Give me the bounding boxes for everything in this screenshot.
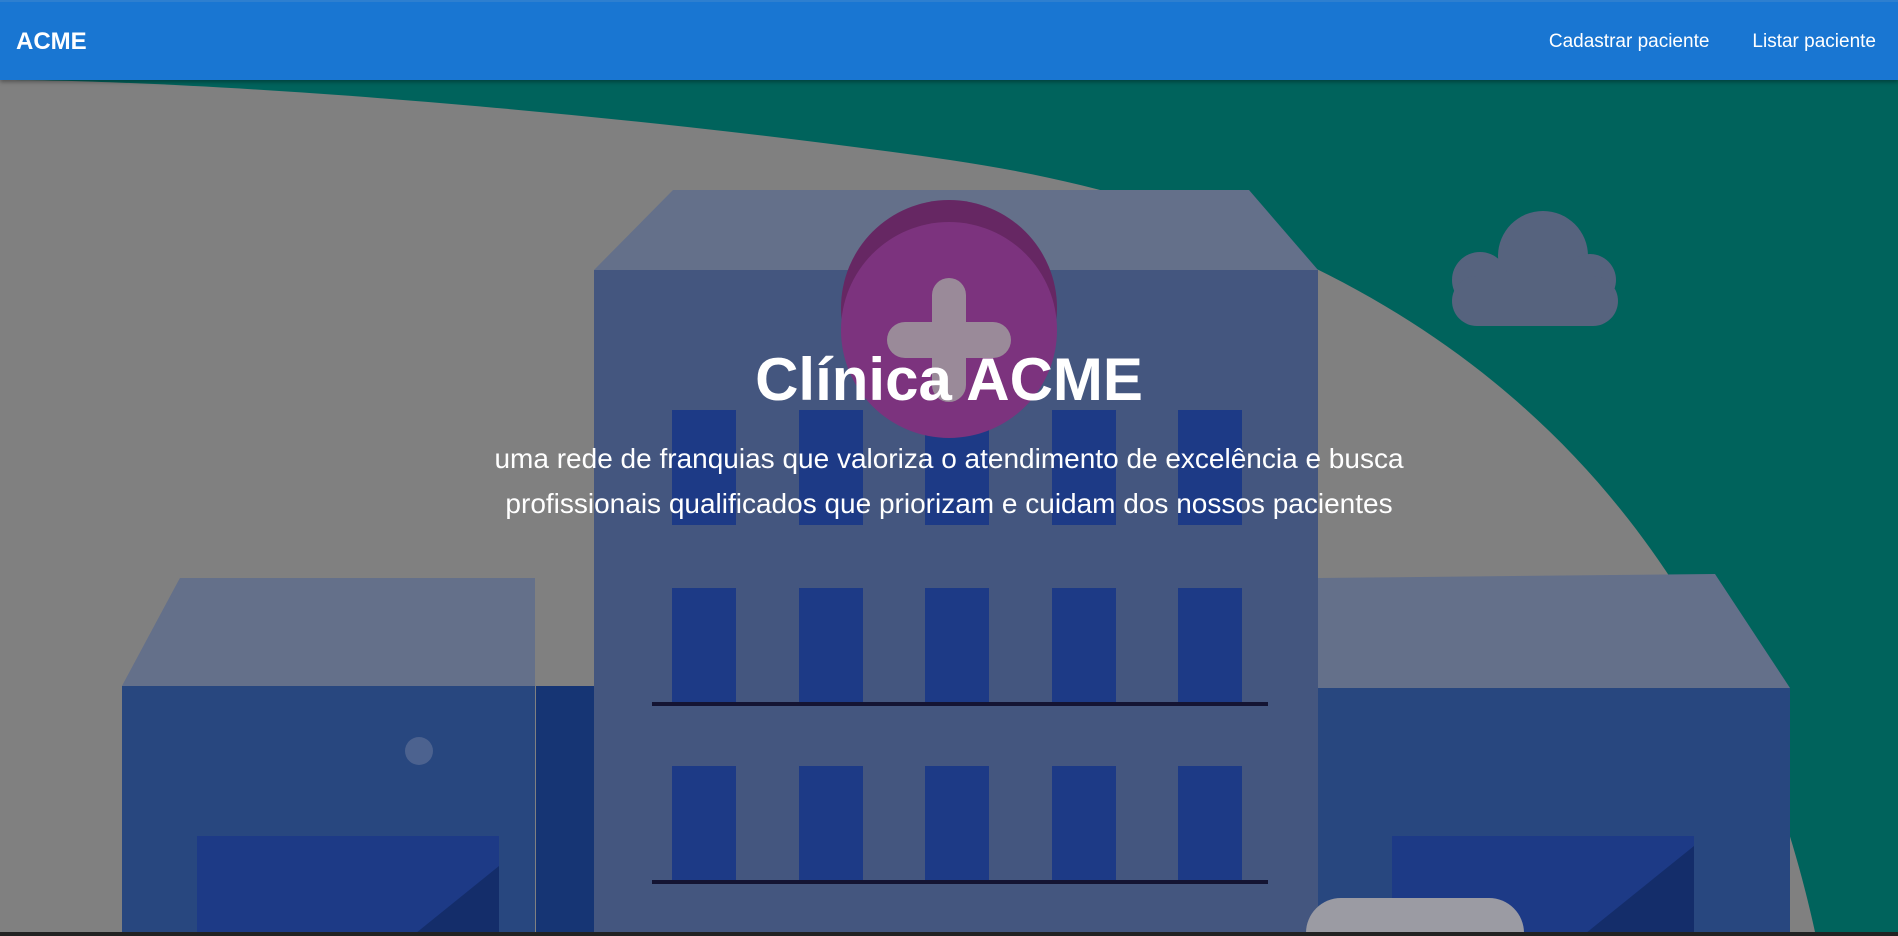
nav-links: Cadastrar paciente Listar paciente: [1506, 2, 1876, 82]
top-navbar: ACME Cadastrar paciente Listar paciente: [0, 0, 1898, 80]
hero-text: Clínica ACME uma rede de franquias que v…: [449, 350, 1449, 526]
bottom-edge: [0, 932, 1898, 936]
hero-title: Clínica ACME: [755, 346, 1143, 413]
brand-logo[interactable]: ACME: [16, 2, 87, 82]
hero-section: Clínica ACME uma rede de franquias que v…: [0, 80, 1898, 932]
nav-link-listar-paciente[interactable]: Listar paciente: [1752, 2, 1876, 82]
nav-link-cadastrar-paciente[interactable]: Cadastrar paciente: [1549, 2, 1710, 82]
hero-subtitle: uma rede de franquias que valoriza o ate…: [494, 443, 1404, 519]
